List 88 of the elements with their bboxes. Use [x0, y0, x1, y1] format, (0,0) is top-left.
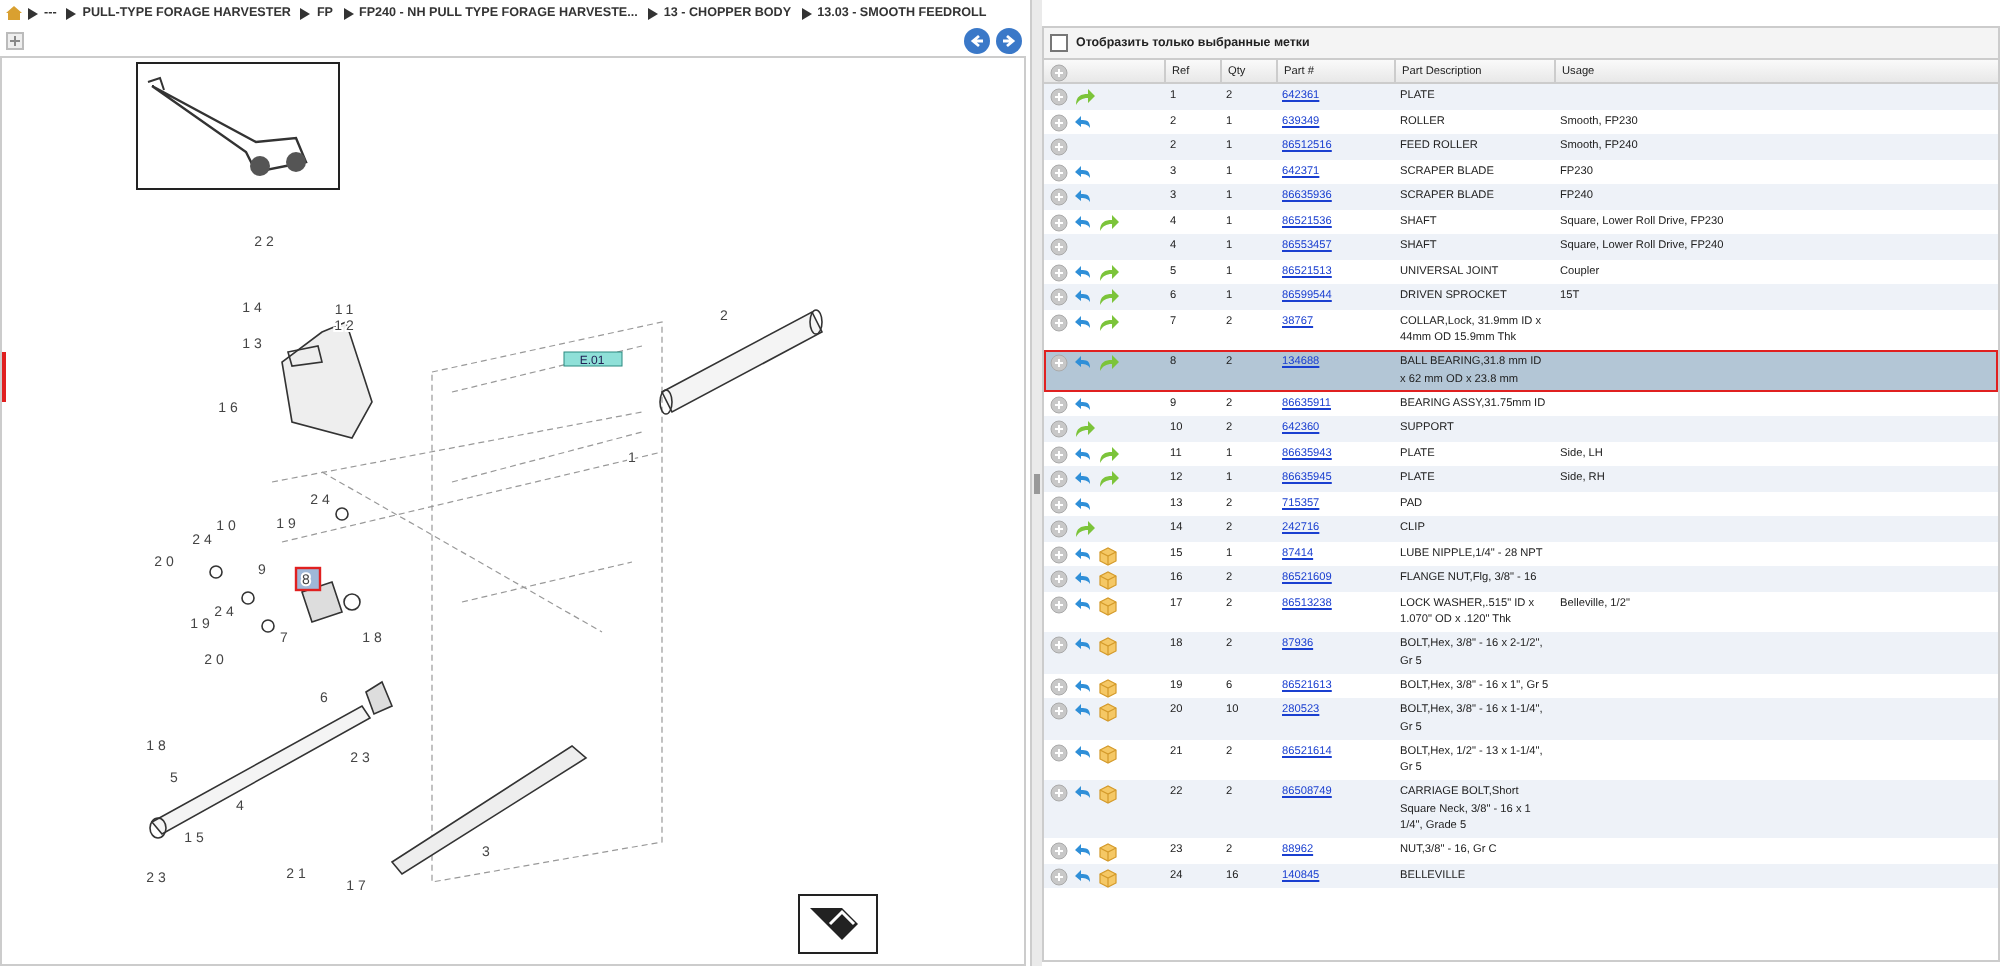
add-circle-icon[interactable]: [1050, 520, 1068, 538]
package-icon[interactable]: [1098, 842, 1118, 862]
add-circle-icon[interactable]: [1050, 636, 1068, 654]
add-circle-icon[interactable]: [1050, 595, 1068, 613]
forward-arrow-icon[interactable]: [1098, 263, 1120, 281]
add-circle-icon[interactable]: [1050, 88, 1068, 106]
filter-checkbox[interactable]: [1050, 34, 1068, 52]
package-icon[interactable]: [1098, 867, 1118, 887]
triangle-icon: [300, 7, 311, 19]
add-circle-icon[interactable]: [1050, 263, 1068, 281]
forward-arrow-icon[interactable]: [1074, 420, 1096, 438]
splitter-marker: [2, 352, 6, 402]
add-circle-icon[interactable]: [1050, 138, 1068, 156]
back-arrow-icon[interactable]: [1074, 784, 1092, 800]
forward-arrow-icon[interactable]: [1074, 88, 1096, 106]
back-arrow-icon[interactable]: [1074, 354, 1092, 370]
package-icon[interactable]: [1098, 636, 1118, 656]
package-icon[interactable]: [1098, 570, 1118, 590]
add-circle-icon[interactable]: [1050, 445, 1068, 463]
back-arrow-icon[interactable]: [1074, 595, 1092, 611]
home-icon[interactable]: [6, 6, 22, 20]
back-arrow-icon[interactable]: [1074, 495, 1092, 511]
back-arrow-icon[interactable]: [1074, 470, 1092, 486]
back-arrow-icon[interactable]: [1074, 288, 1092, 304]
package-icon[interactable]: [1098, 677, 1118, 697]
back-arrow-icon[interactable]: [1074, 395, 1092, 411]
splitter-handle[interactable]: [1034, 473, 1040, 493]
add-circle-icon[interactable]: [1050, 213, 1068, 231]
package-icon[interactable]: [1098, 595, 1118, 615]
forward-arrow-icon[interactable]: [1098, 445, 1120, 463]
thumbnail-drawing[interactable]: [136, 62, 340, 190]
add-circle-icon[interactable]: [1050, 64, 1068, 82]
forward-arrow-icon[interactable]: [1098, 213, 1120, 231]
back-arrow-icon[interactable]: [1074, 263, 1092, 279]
add-circle-icon[interactable]: [1050, 702, 1068, 720]
triangle-icon: [343, 7, 353, 19]
add-circle-icon[interactable]: [1050, 238, 1068, 256]
back-arrow-icon[interactable]: [1074, 842, 1092, 858]
back-arrow-icon[interactable]: [1074, 113, 1092, 129]
back-arrow-icon[interactable]: [1074, 545, 1092, 561]
left-arrow-icon: [970, 34, 984, 48]
rotate-view-button[interactable]: [798, 894, 878, 954]
add-circle-icon[interactable]: [1050, 113, 1068, 131]
add-circle-icon[interactable]: [1050, 470, 1068, 488]
package-icon[interactable]: [1098, 784, 1118, 804]
forward-arrow-icon[interactable]: [1098, 354, 1120, 372]
triangle-icon: [647, 7, 658, 19]
back-arrow-icon[interactable]: [1074, 445, 1092, 461]
back-arrow-icon[interactable]: [1074, 188, 1092, 204]
add-circle-icon[interactable]: [1050, 677, 1068, 695]
back-arrow-icon[interactable]: [1074, 702, 1092, 718]
right-arrow-icon: [1002, 34, 1016, 48]
triangle-icon: [28, 7, 38, 19]
pin-button[interactable]: [6, 32, 24, 50]
package-icon[interactable]: [1098, 545, 1118, 565]
add-circle-icon[interactable]: [1050, 313, 1068, 331]
back-arrow-icon[interactable]: [1074, 213, 1092, 229]
add-circle-icon[interactable]: [1050, 570, 1068, 588]
add-circle-icon[interactable]: [1050, 395, 1068, 413]
previous-button[interactable]: [964, 28, 990, 54]
add-circle-icon[interactable]: [1050, 743, 1068, 761]
back-arrow-icon[interactable]: [1074, 636, 1092, 652]
add-circle-icon[interactable]: [1050, 163, 1068, 181]
back-arrow-icon[interactable]: [1074, 163, 1092, 179]
forward-arrow-icon[interactable]: [1098, 470, 1120, 488]
package-icon[interactable]: [1098, 702, 1118, 722]
add-circle-icon[interactable]: [1050, 545, 1068, 563]
back-arrow-icon[interactable]: [1074, 313, 1092, 329]
back-arrow-icon[interactable]: [1074, 743, 1092, 759]
package-icon[interactable]: [1098, 743, 1118, 763]
sheet-link-tag[interactable]: [563, 351, 623, 367]
add-circle-icon[interactable]: [1050, 842, 1068, 860]
add-circle-icon[interactable]: [1050, 867, 1068, 885]
forward-arrow-icon[interactable]: [1098, 288, 1120, 306]
add-circle-icon[interactable]: [1050, 420, 1068, 438]
next-button[interactable]: [996, 28, 1022, 54]
back-arrow-icon[interactable]: [1074, 570, 1092, 586]
back-arrow-icon[interactable]: [1074, 867, 1092, 883]
forward-arrow-icon[interactable]: [1098, 313, 1120, 331]
add-circle-icon[interactable]: [1050, 288, 1068, 306]
triangle-icon: [66, 7, 77, 19]
add-circle-icon[interactable]: [1050, 188, 1068, 206]
add-circle-icon[interactable]: [1050, 354, 1068, 372]
back-arrow-icon[interactable]: [1074, 677, 1092, 693]
triangle-icon: [801, 7, 812, 19]
add-circle-icon[interactable]: [1050, 495, 1068, 513]
add-circle-icon[interactable]: [1050, 784, 1068, 802]
forward-arrow-icon[interactable]: [1074, 520, 1096, 538]
